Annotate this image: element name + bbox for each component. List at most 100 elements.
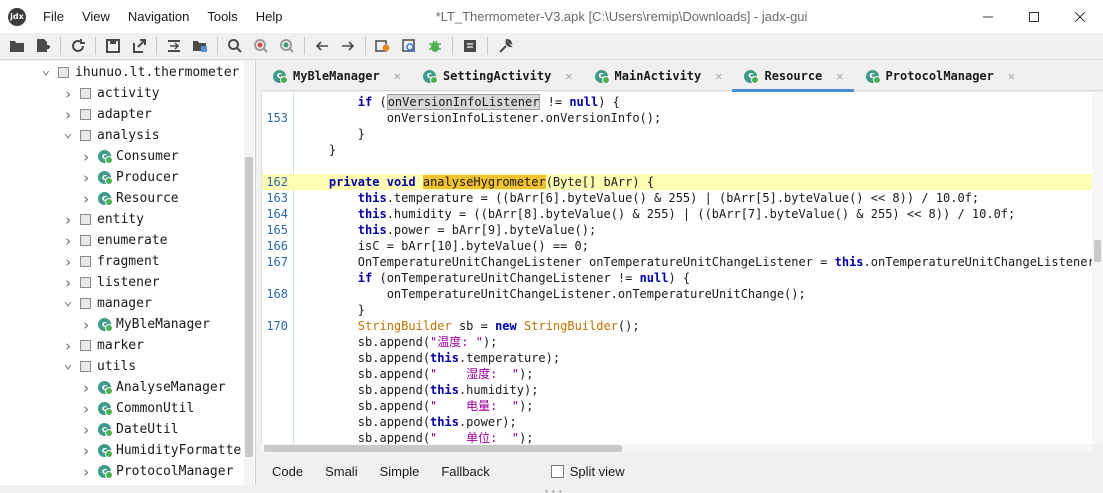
code-line[interactable]: sb.append(this.temperature); [262, 350, 1092, 366]
tree-package-item[interactable]: › enumerate [62, 230, 167, 251]
tree-package-item[interactable]: › fragment [62, 251, 159, 272]
code-line[interactable]: } [262, 126, 1092, 142]
search-class-button[interactable] [250, 35, 272, 57]
chevron-right-icon[interactable]: › [62, 211, 74, 229]
tree-package-item[interactable]: ⌄ utils [62, 356, 136, 377]
code-editor[interactable]: if (onVersionInfoListener != null) {153 … [261, 92, 1092, 444]
tree-scrollbar[interactable] [244, 61, 254, 485]
quark-button[interactable] [398, 35, 420, 57]
forward-button[interactable] [337, 35, 359, 57]
tree-class-item[interactable]: › c DateUtil [80, 419, 178, 440]
code-line[interactable]: 162 private void analyseHygrometer(Byte[… [262, 174, 1092, 190]
tree-package-item[interactable]: ⌄ manager [62, 293, 152, 314]
tab-resource[interactable]: c Resource ✕ [732, 61, 854, 92]
log-button[interactable] [459, 35, 481, 57]
menu-help[interactable]: Help [247, 0, 292, 33]
package-tree[interactable]: ⌄ ihunuo.lt.thermometer › activity › adapter ⌄… [0, 61, 256, 485]
tree-package-item[interactable]: ⌄ ihunuo.lt.thermometer [40, 62, 240, 83]
minimize-button[interactable] [965, 0, 1011, 33]
tree-class-item[interactable]: › c AnalyseManager [80, 377, 225, 398]
tab-smali[interactable]: Smali [314, 464, 369, 479]
search-button[interactable] [224, 35, 246, 57]
tree-package-item[interactable]: › adapter [62, 104, 151, 125]
sync-tree-button[interactable] [163, 35, 185, 57]
reload-button[interactable] [67, 35, 89, 57]
tree-package-item[interactable]: › activity [62, 83, 159, 104]
close-icon[interactable]: ✕ [715, 69, 722, 83]
tab-settingactivity[interactable]: c SettingActivity ✕ [411, 61, 583, 91]
split-view-checkbox[interactable] [550, 465, 564, 478]
code-line[interactable]: if (onTemperatureUnitChangeListener != n… [262, 270, 1092, 286]
tab-simple[interactable]: Simple [369, 464, 431, 479]
split-view-toggle[interactable]: Split view [550, 464, 625, 479]
flatten-packages-button[interactable] [189, 35, 211, 57]
chevron-right-icon[interactable]: › [80, 421, 92, 439]
chevron-right-icon[interactable]: › [80, 379, 92, 397]
menu-tools[interactable]: Tools [198, 0, 246, 33]
code-vertical-scrollbar[interactable] [1092, 92, 1103, 444]
tree-class-item[interactable]: › c CommonUtil [80, 398, 194, 419]
code-line[interactable]: 166 isC = bArr[10].byteValue() == 0; [262, 238, 1092, 254]
code-line[interactable]: 153 onVersionInfoListener.onVersionInfo(… [262, 110, 1092, 126]
maximize-button[interactable] [1011, 0, 1057, 33]
chevron-right-icon[interactable]: › [80, 148, 92, 166]
code-line[interactable]: sb.append(this.humidity); [262, 382, 1092, 398]
menu-view[interactable]: View [73, 0, 119, 33]
tree-package-item[interactable]: ⌄ analysis [62, 125, 160, 146]
close-icon[interactable]: ✕ [394, 69, 401, 83]
chevron-down-icon[interactable]: ⌄ [62, 356, 74, 372]
search-usage-button[interactable] [276, 35, 298, 57]
chevron-right-icon[interactable]: › [62, 337, 74, 355]
debugger-button[interactable] [424, 35, 446, 57]
code-line[interactable]: if (onVersionInfoListener != null) { [262, 94, 1092, 110]
chevron-right-icon[interactable]: › [80, 400, 92, 418]
save-button[interactable] [102, 35, 124, 57]
tree-scrollbar-thumb[interactable] [245, 157, 253, 457]
code-line[interactable]: 163 this.temperature = ((bArr[6].byteVal… [262, 190, 1092, 206]
chevron-down-icon[interactable]: ⌄ [40, 62, 52, 78]
back-button[interactable] [311, 35, 333, 57]
add-files-button[interactable] [32, 35, 54, 57]
tree-package-item[interactable]: › listener [62, 272, 159, 293]
chevron-right-icon[interactable]: › [62, 106, 74, 124]
tree-class-item[interactable]: › c Producer [80, 167, 178, 188]
tree-class-item[interactable]: › c Resource [80, 188, 178, 209]
menu-navigation[interactable]: Navigation [119, 0, 198, 33]
chevron-right-icon[interactable]: › [80, 442, 92, 460]
tree-package-item[interactable]: › entity [62, 209, 143, 230]
chevron-right-icon[interactable]: › [80, 316, 92, 334]
tree-package-item[interactable]: › marker [62, 335, 143, 356]
chevron-right-icon[interactable]: › [80, 190, 92, 208]
code-line[interactable] [262, 158, 1092, 174]
code-line[interactable]: 165 this.power = bArr[9].byteValue(); [262, 222, 1092, 238]
close-icon[interactable]: ✕ [1008, 69, 1015, 83]
chevron-right-icon[interactable]: › [62, 274, 74, 292]
open-file-button[interactable] [6, 35, 28, 57]
close-icon[interactable]: ✕ [836, 69, 843, 83]
chevron-down-icon[interactable]: ⌄ [62, 293, 74, 309]
chevron-right-icon[interactable]: › [62, 253, 74, 271]
tab-code[interactable]: Code [261, 464, 314, 479]
tree-class-item[interactable]: › c HumidityFormatte [80, 440, 241, 461]
code-line[interactable]: 170 StringBuilder sb = new StringBuilder… [262, 318, 1092, 334]
tree-class-item[interactable]: › c MyBleManager [80, 314, 209, 335]
tab-mainactivity[interactable]: c MainActivity ✕ [583, 61, 733, 91]
code-line[interactable]: } [262, 142, 1092, 158]
menu-file[interactable]: File [34, 0, 73, 33]
code-line[interactable]: sb.append(this.power); [262, 414, 1092, 430]
chevron-right-icon[interactable]: › [62, 85, 74, 103]
code-line[interactable]: } [262, 302, 1092, 318]
close-button[interactable] [1057, 0, 1103, 33]
code-line[interactable]: sb.append(" 湿度: "); [262, 366, 1092, 382]
resize-grip-icon[interactable]: • • • [545, 487, 563, 493]
chevron-right-icon[interactable]: › [80, 169, 92, 187]
preferences-button[interactable] [494, 35, 516, 57]
code-vertical-scrollbar-thumb[interactable] [1094, 240, 1101, 262]
tab-mybleanager[interactable]: c MyBleManager ✕ [261, 61, 411, 91]
deobfuscation-button[interactable] [372, 35, 394, 57]
code-horizontal-scrollbar-thumb[interactable] [264, 445, 622, 452]
close-icon[interactable]: ✕ [565, 69, 572, 83]
chevron-right-icon[interactable]: › [62, 232, 74, 250]
chevron-right-icon[interactable]: › [80, 463, 92, 481]
tree-class-item[interactable]: › c Consumer [80, 146, 178, 167]
